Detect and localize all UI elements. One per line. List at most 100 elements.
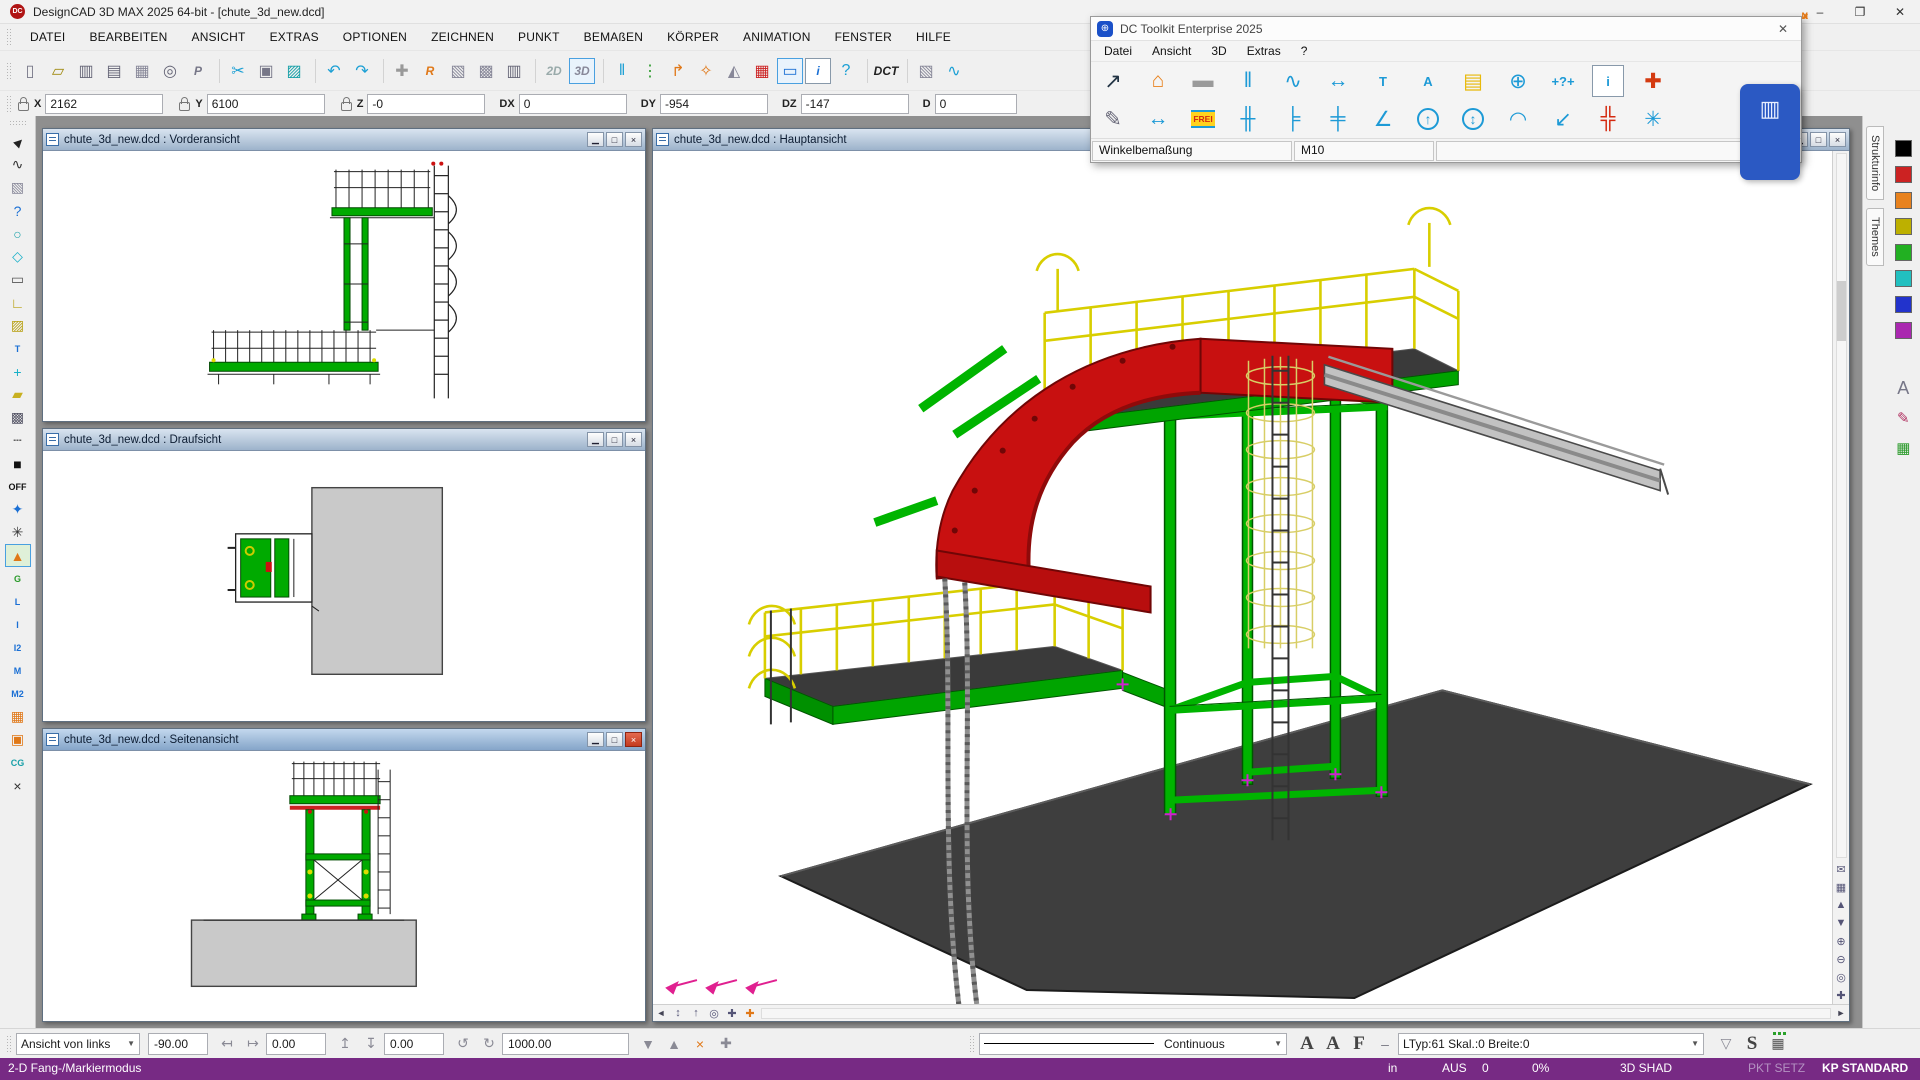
lock-icon[interactable] [18,102,29,111]
scroll-up-icon[interactable]: ▲ [1833,896,1850,914]
hatch-light-tool-icon[interactable]: ▨ [5,314,31,337]
tool-i2-icon[interactable]: I2 [5,636,31,659]
viewport-minimize-button[interactable]: ▁ [587,432,604,447]
mail-icon[interactable]: ✉ [1833,860,1850,878]
burst-tool-icon[interactable]: ✳ [5,521,31,544]
layers-icon[interactable]: ▤ [1457,65,1489,97]
tool-g-icon[interactable]: G [5,567,31,590]
menu-item[interactable]: DATEI [20,27,75,47]
baseline-dim-icon[interactable]: ╞ [1277,103,1309,135]
coord-input[interactable]: 0 [935,94,1017,114]
dc-toolkit-titlebar[interactable]: ⊕ DC Toolkit Enterprise 2025 ✕ [1091,17,1801,41]
cam-rotate-ccw-icon[interactable]: ↺ [451,1032,475,1056]
text-style-button[interactable]: A [1891,377,1915,399]
axis-arrow-icon[interactable]: ↱ [665,58,691,84]
coord-input[interactable]: 2162 [45,94,163,114]
mode-3d-icon[interactable]: 3D [569,58,595,84]
snap-x-tool-icon[interactable]: × [5,774,31,797]
pan-updown-icon[interactable]: ↕ [669,1006,687,1021]
status-snap-toggle[interactable]: AUS [1442,1061,1467,1075]
viewport-close-button[interactable]: × [625,432,642,447]
layers-state-icon[interactable]: ▦ [1766,1032,1790,1056]
toolkit-menu-item[interactable]: 3D [1202,42,1235,60]
polyline-tool-icon[interactable]: ∿ [941,58,967,84]
viewport-maximize-button[interactable]: □ [606,132,623,147]
sidebar-tab[interactable]: Themes [1866,208,1884,266]
red-grid-icon[interactable]: ▦ [749,58,775,84]
viewport-close-button[interactable]: × [625,732,642,747]
zoom-distance-input[interactable]: 1000.00 [502,1033,629,1055]
toolkit-save-panel[interactable]: ▥ [1740,84,1800,180]
hatch-dark-tool-icon[interactable]: ▩ [5,406,31,429]
diamond-tool-icon[interactable]: ◇ [5,245,31,268]
viewport-minimize-button[interactable]: ▁ [587,132,604,147]
coord-input[interactable]: -147 [801,94,909,114]
viewport-maximize-button[interactable]: □ [606,432,623,447]
viewport-close-button[interactable]: × [625,132,642,147]
lock-icon[interactable] [341,102,352,111]
maximize-button[interactable]: ❐ [1840,0,1880,23]
plane-icon[interactable]: ◭ [721,58,747,84]
font-style-button[interactable]: F [1347,1032,1371,1056]
compass-icon[interactable]: ✧ [693,58,719,84]
front-view-canvas[interactable] [43,151,645,421]
gravity-point-icon[interactable]: ✚ [389,58,415,84]
close-button[interactable]: ✕ [1880,0,1920,23]
angle-dim-icon[interactable]: ∠ x [1367,103,1399,135]
font-smaller-button[interactable]: A [1321,1032,1345,1056]
menu-item[interactable]: OPTIONEN [333,27,417,47]
diameter-dim-icon[interactable]: ↕ [1457,103,1489,135]
center-icon[interactable]: ✚ [1833,986,1850,1004]
tool-m-icon[interactable]: M [5,659,31,682]
target-icon[interactable]: ⊕ [1502,65,1534,97]
menu-item[interactable]: ANSICHT [181,27,255,47]
dim-frei-icon[interactable]: FREI [1187,103,1219,135]
menu-item[interactable]: BEARBEITEN [79,27,177,47]
box-view2-icon[interactable]: ▩ [473,58,499,84]
info-icon[interactable]: i [805,58,831,84]
style-s-button[interactable]: S [1740,1032,1764,1056]
tool-l-icon[interactable]: L [5,590,31,613]
undo-icon[interactable]: ↶ [321,58,347,84]
crosshair-icon[interactable]: ✚ [723,1006,741,1021]
view-angle-input[interactable]: -90.00 [148,1033,208,1055]
color-grid-icon[interactable]: ▦ [1891,437,1915,459]
color-swatch[interactable] [1895,140,1912,157]
select-rect-tool-icon[interactable]: ▭ [5,268,31,291]
handles-tool-icon[interactable]: ▣ [5,728,31,751]
tool-m2-icon[interactable]: M2 [5,682,31,705]
arc-dim-icon[interactable]: ◠ x [1502,103,1534,135]
window-layout-icon[interactable]: ▭ [777,58,803,84]
coord-input[interactable]: -0 [367,94,485,114]
print-icon[interactable]: ▤ [101,58,127,84]
sidebar-tab[interactable]: Strukturinfo [1866,126,1884,200]
menu-item[interactable]: HILFE [906,27,961,47]
crosshair-icon[interactable]: ✚ [1637,65,1669,97]
stack-down-icon[interactable]: ▼ [636,1032,660,1056]
circle-tool-icon[interactable]: ○ [5,222,31,245]
off-toggle[interactable]: OFF [5,475,31,498]
menu-item[interactable]: EXTRAS [260,27,329,47]
help-plus-icon[interactable]: +?+ [1547,65,1579,97]
navigator-icon[interactable]: ↗ N [1097,65,1129,97]
tool-cg-icon[interactable]: CG [5,751,31,774]
angle-tool-icon[interactable]: ∟ [5,291,31,314]
snap-star-icon[interactable]: ✳ [1637,103,1669,135]
radius-dim-icon[interactable]: ↑ [1412,103,1444,135]
cut-icon[interactable]: ✂ [225,58,251,84]
top-view-canvas[interactable] [43,451,645,721]
horizontal-scrollbar[interactable] [761,1008,1831,1019]
select-star-tool-icon[interactable]: ✦ [5,498,31,521]
viewport-side-titlebar[interactable]: chute_3d_new.dcd : Seitenansicht ▁ □ × [43,729,645,751]
menu-item[interactable]: PUNKT [508,27,570,47]
pan-up-icon[interactable]: ↑ [687,1006,705,1021]
linetype-params-select[interactable]: LTyp:61 Skal.:0 Breite:0 ▼ [1398,1033,1704,1055]
dc-toolkit-close-button[interactable]: ✕ [1771,19,1795,39]
toolkit-menu-item[interactable]: Datei [1095,42,1141,60]
vertical-scrollbar-thumb[interactable] [1837,281,1846,341]
cube-icon[interactable]: ▧ [913,58,939,84]
filter-funnel-icon[interactable]: ▽ [1714,1032,1738,1056]
zoom-out-icon[interactable]: ⊖ [1833,950,1850,968]
info-box-icon[interactable]: i [1592,65,1624,97]
color-swatch[interactable] [1895,166,1912,183]
